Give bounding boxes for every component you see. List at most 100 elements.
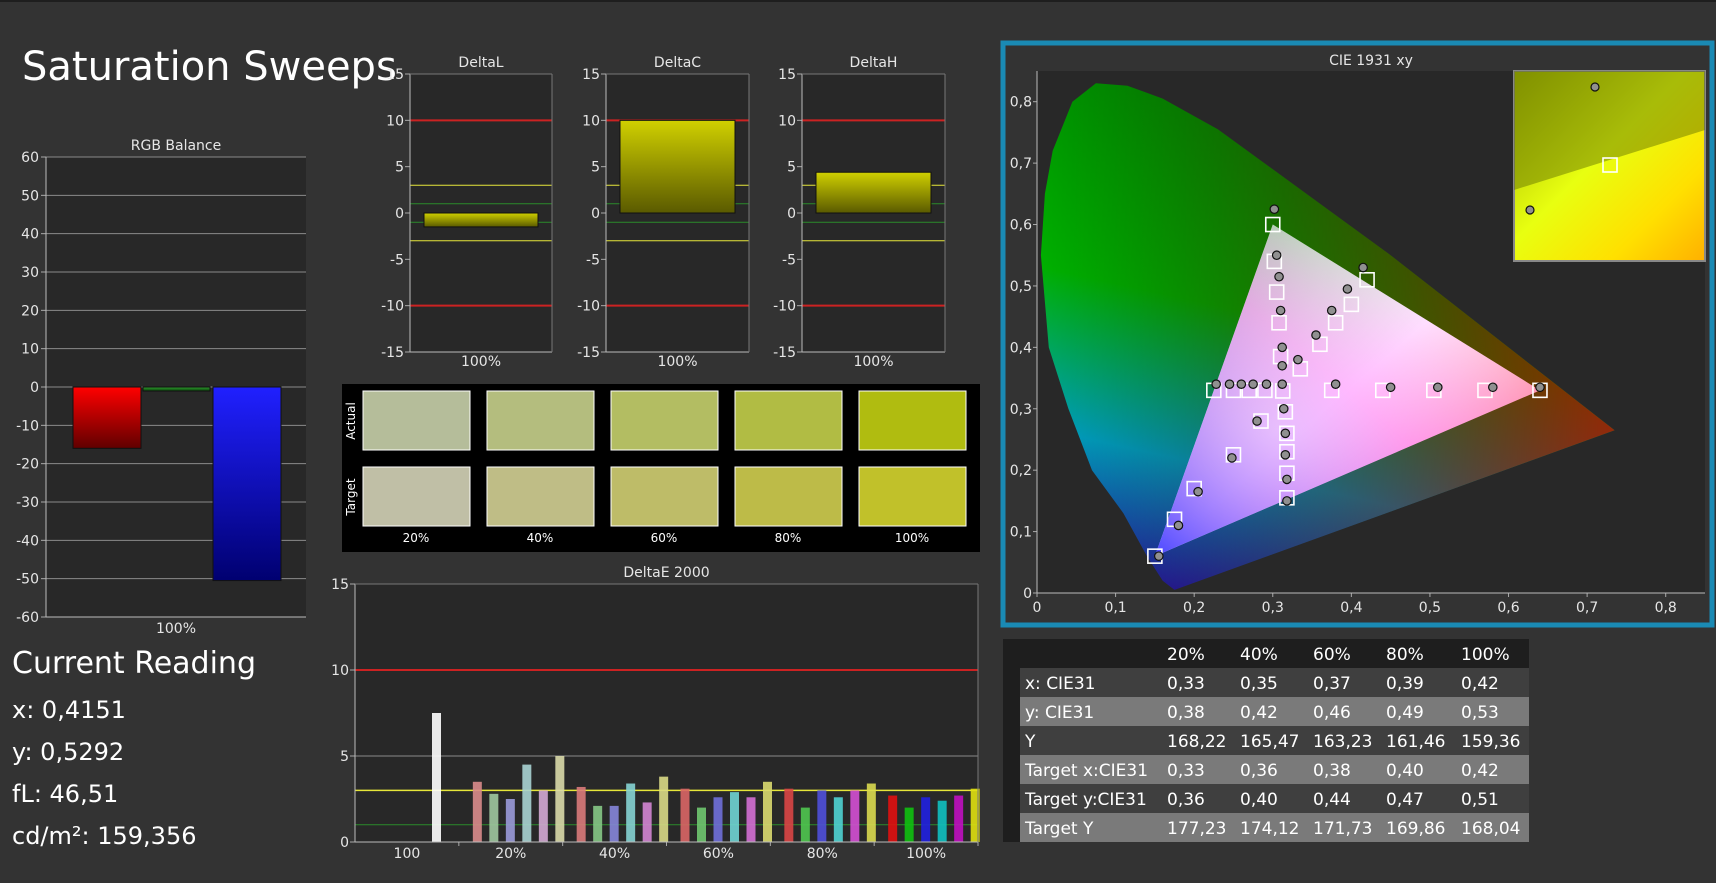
delta-e-bar [659,776,669,842]
cie-xtick-label: 0,6 [1497,600,1519,616]
swatch-row-label: Target [344,478,358,516]
delta-c-ytick-label: 0 [591,206,600,222]
delta-e-bar [784,788,794,842]
cie-xtick-label: 0 [1033,600,1042,616]
delta-c-bar [619,119,736,214]
data-table: 20% 40% 60% 80% 100% x: CIE31 0,33 0,35 0,37 0,39… [1003,639,1529,842]
rgb-ytick-label: -10 [16,418,39,434]
cie-measured-point [1311,330,1321,340]
cie-ytick-label: 0,6 [1010,218,1032,234]
cie-xtick-label: 0,3 [1262,600,1284,616]
delta-e-category-label: 20% [495,846,526,862]
table-cell: 0,51 [1461,790,1499,810]
cie-measured-point [1358,262,1368,273]
delta-e-category-label: 80% [807,846,838,862]
cie-measured-point [1227,453,1237,463]
delta-e-bar [817,790,827,842]
swatch-col-label: 40% [527,531,554,545]
table-header-cell: 40% [1240,645,1278,665]
swatch-actual [486,390,595,451]
cie-measured-point [1173,520,1184,531]
table-cell: 0,42 [1240,703,1278,723]
rgb-ytick-label: 0 [30,380,39,396]
delta-c-ytick-label: 5 [591,160,600,176]
delta-c-ytick-label: 15 [582,67,600,83]
swatch-col-label: 80% [775,531,802,545]
swatch-col-label: 100% [895,531,929,545]
swatch-actual [610,390,719,451]
table-cell: 0,33 [1167,674,1205,694]
cie-ytick-label: 0,5 [1010,279,1032,295]
cie-measured-point [1224,379,1235,389]
delta-l-ytick-label: 10 [386,113,404,129]
cie-measured-point [1274,271,1284,282]
table-cell: 0,36 [1167,790,1205,810]
table-cell: 0,38 [1167,703,1205,723]
table-cell: 159,36 [1461,732,1520,752]
table-cell: Y [1024,732,1036,752]
cie-ytick-label: 0,3 [1010,402,1032,418]
table-cell: 168,22 [1167,732,1226,752]
cie-measured-point [1248,379,1258,389]
cie-chart: CIE 1931 xy 0 0,1 0,2 0,3 0,4 0,5 0,6 0,7 0,8 0 0,1… [1000,40,1715,628]
delta-e-bar [800,807,810,842]
rgb-ytick-label: -20 [16,457,39,473]
delta-e-bar [626,783,636,842]
delta-e-bar [505,799,515,842]
table-cell: 174,12 [1240,819,1299,839]
cie-measured-point [1211,379,1221,389]
cie-measured-point [1278,403,1289,414]
table-row-marker [1003,726,1020,755]
delta-l-bar [423,212,539,228]
table-header-cell: 60% [1313,645,1351,665]
table-cell: 0,40 [1386,761,1424,781]
table-cell: 0,35 [1240,674,1278,694]
cie-measured-point [1271,250,1282,261]
delta-c-title: DeltaC [654,55,701,71]
delta-e-ytick-label: 0 [340,835,349,851]
cie-measured-point [1293,354,1303,365]
cie-measured-point [1282,496,1292,506]
delta-e-bar [937,800,947,842]
delta-e-category-label: 40% [599,846,630,862]
rgb-ytick-label: 10 [21,342,39,358]
table-cell: 0,53 [1461,703,1499,723]
cie-xtick-label: 0,1 [1104,600,1126,616]
table-cell: 0,39 [1386,674,1424,694]
table-cell: 169,86 [1386,819,1445,839]
delta-e-ytick-label: 15 [331,577,349,593]
rgb-ytick-label: 30 [21,265,39,281]
cie-measured-point [1280,450,1291,460]
delta-e-bar [954,795,964,842]
cie-inset-measured-point [1590,82,1600,92]
rgb-bar-red [72,386,142,449]
cie-xtick-label: 0,5 [1419,600,1441,616]
delta-h-ytick-label: -10 [773,299,796,315]
delta-l-ytick-label: -10 [381,299,404,315]
cie-measured-point [1154,551,1164,561]
table-row-marker [1003,668,1020,697]
swatch-target [362,466,471,527]
cie-title: CIE 1931 xy [1329,53,1413,69]
table-header-cell: 20% [1167,645,1205,665]
delta-e-bar [576,786,586,842]
table-row-marker [1003,813,1020,842]
delta-h-ytick-label: 15 [778,67,796,83]
delta-e-bar [888,795,898,842]
swatch-panel: Actual Target 20% 40% 60% 80% 100% [342,384,980,552]
cie-measured-point [1433,382,1443,393]
delta-h-ytick-label: 5 [787,160,796,176]
delta-e-bar [697,807,706,842]
delta-e-bar [763,781,772,842]
delta-c-ytick-label: -5 [586,252,600,268]
table-cell: x: CIE31 [1025,674,1095,694]
table-cell: Target Y [1024,819,1094,839]
swatch-target [858,466,967,527]
table-cell: Target x:CIE31 [1024,761,1148,781]
delta-l-category-label: 100% [461,354,501,370]
cie-ytick-label: 0 [1023,586,1032,602]
rgb-ytick-label: 20 [21,303,39,319]
cie-measured-point [1252,416,1262,426]
delta-l-chart: DeltaL 15 10 5 0 -5 -10 -15 100% [381,55,553,370]
table-cell: y: CIE31 [1025,703,1094,723]
